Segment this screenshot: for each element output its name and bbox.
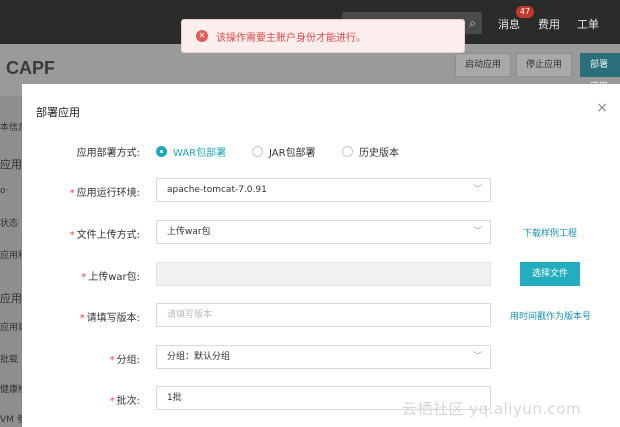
radio-label: 历史版本	[359, 147, 399, 159]
side-item[interactable]: 健康检	[0, 382, 22, 395]
search-icon[interactable]: ⌕	[469, 16, 476, 31]
side-section: 应用信	[0, 158, 22, 171]
start-app-button[interactable]: 启动应用	[455, 53, 512, 77]
billing-link[interactable]: 费用	[538, 16, 560, 32]
chevron-down-icon: ﹀	[472, 352, 482, 362]
error-toast: ✕ 该操作需要主账户身份才能进行。	[181, 19, 465, 53]
radio-history-version[interactable]: 历史版本	[342, 144, 399, 159]
error-icon: ✕	[196, 30, 208, 42]
deploy-app-button[interactable]: 部署应用	[580, 53, 620, 92]
group-select[interactable]: 分组：默认分组 ﹀	[156, 345, 491, 369]
version-input[interactable]	[167, 304, 480, 326]
timestamp-version-link[interactable]: 用时间戳作为版本号	[510, 309, 591, 322]
radio-label: WAR包部署	[173, 147, 227, 159]
war-file-field	[156, 262, 491, 286]
side-nav: 本信息 应用信 o· 状态 应用程 应用设 应用端 批载 健康检 VM 参	[0, 96, 22, 427]
war-upload-label: * 上传war包:	[81, 272, 140, 283]
upload-method-label: * 文件上传方式:	[69, 230, 140, 241]
side-item[interactable]: 状态	[0, 216, 18, 229]
radio-jar-deploy[interactable]: JAR包部署	[252, 144, 316, 159]
choose-file-button[interactable]: 选择文件	[520, 262, 580, 286]
stop-app-button[interactable]: 停止应用	[516, 53, 573, 77]
modal-title: 部署应用	[36, 106, 80, 119]
chevron-down-icon: ﹀	[472, 185, 482, 195]
side-item[interactable]: 批载	[0, 352, 18, 365]
messages-count-badge: 47	[516, 6, 534, 18]
download-sample-link[interactable]: 下载样例工程	[523, 226, 577, 239]
side-item[interactable]: 应用程	[0, 248, 22, 261]
toast-message: 该操作需要主账户身份才能进行。	[216, 32, 366, 44]
radio-checked-icon	[156, 145, 167, 157]
deploy-method-label: 应用部署方式:	[76, 148, 140, 159]
ticket-link[interactable]: 工单	[577, 16, 599, 32]
radio-unchecked-icon	[252, 145, 263, 157]
upload-method-select[interactable]: 上传war包 ﹀	[156, 220, 491, 244]
side-item[interactable]: 应用端	[0, 320, 22, 333]
radio-unchecked-icon	[342, 145, 353, 157]
radio-label: JAR包部署	[269, 147, 316, 159]
deploy-modal: 部署应用 × 应用部署方式: WAR包部署 JAR包部署 历史版本 * 应用运行环…	[22, 84, 620, 427]
side-section: 应用设	[0, 292, 22, 305]
radio-war-deploy[interactable]: WAR包部署	[156, 144, 227, 159]
side-item[interactable]: 本信息	[0, 120, 22, 133]
runtime-select[interactable]: apache-tomcat-7.0.91 ﹀	[156, 178, 491, 202]
side-item[interactable]: o·	[0, 186, 8, 196]
chevron-down-icon: ﹀	[472, 227, 482, 237]
side-item[interactable]: VM 参	[0, 412, 22, 425]
watermark: 云栖社区 yq.aliyun.com	[402, 400, 582, 418]
version-label: * 请填写版本:	[79, 313, 140, 324]
runtime-label: * 应用运行环境:	[69, 188, 140, 199]
close-icon[interactable]: ×	[596, 100, 608, 116]
batch-label: * 批次:	[109, 396, 140, 407]
group-label: * 分组:	[109, 355, 140, 366]
messages-link[interactable]: 消息	[498, 16, 520, 32]
app-title: CAPF	[6, 58, 55, 78]
version-field[interactable]	[156, 303, 491, 327]
